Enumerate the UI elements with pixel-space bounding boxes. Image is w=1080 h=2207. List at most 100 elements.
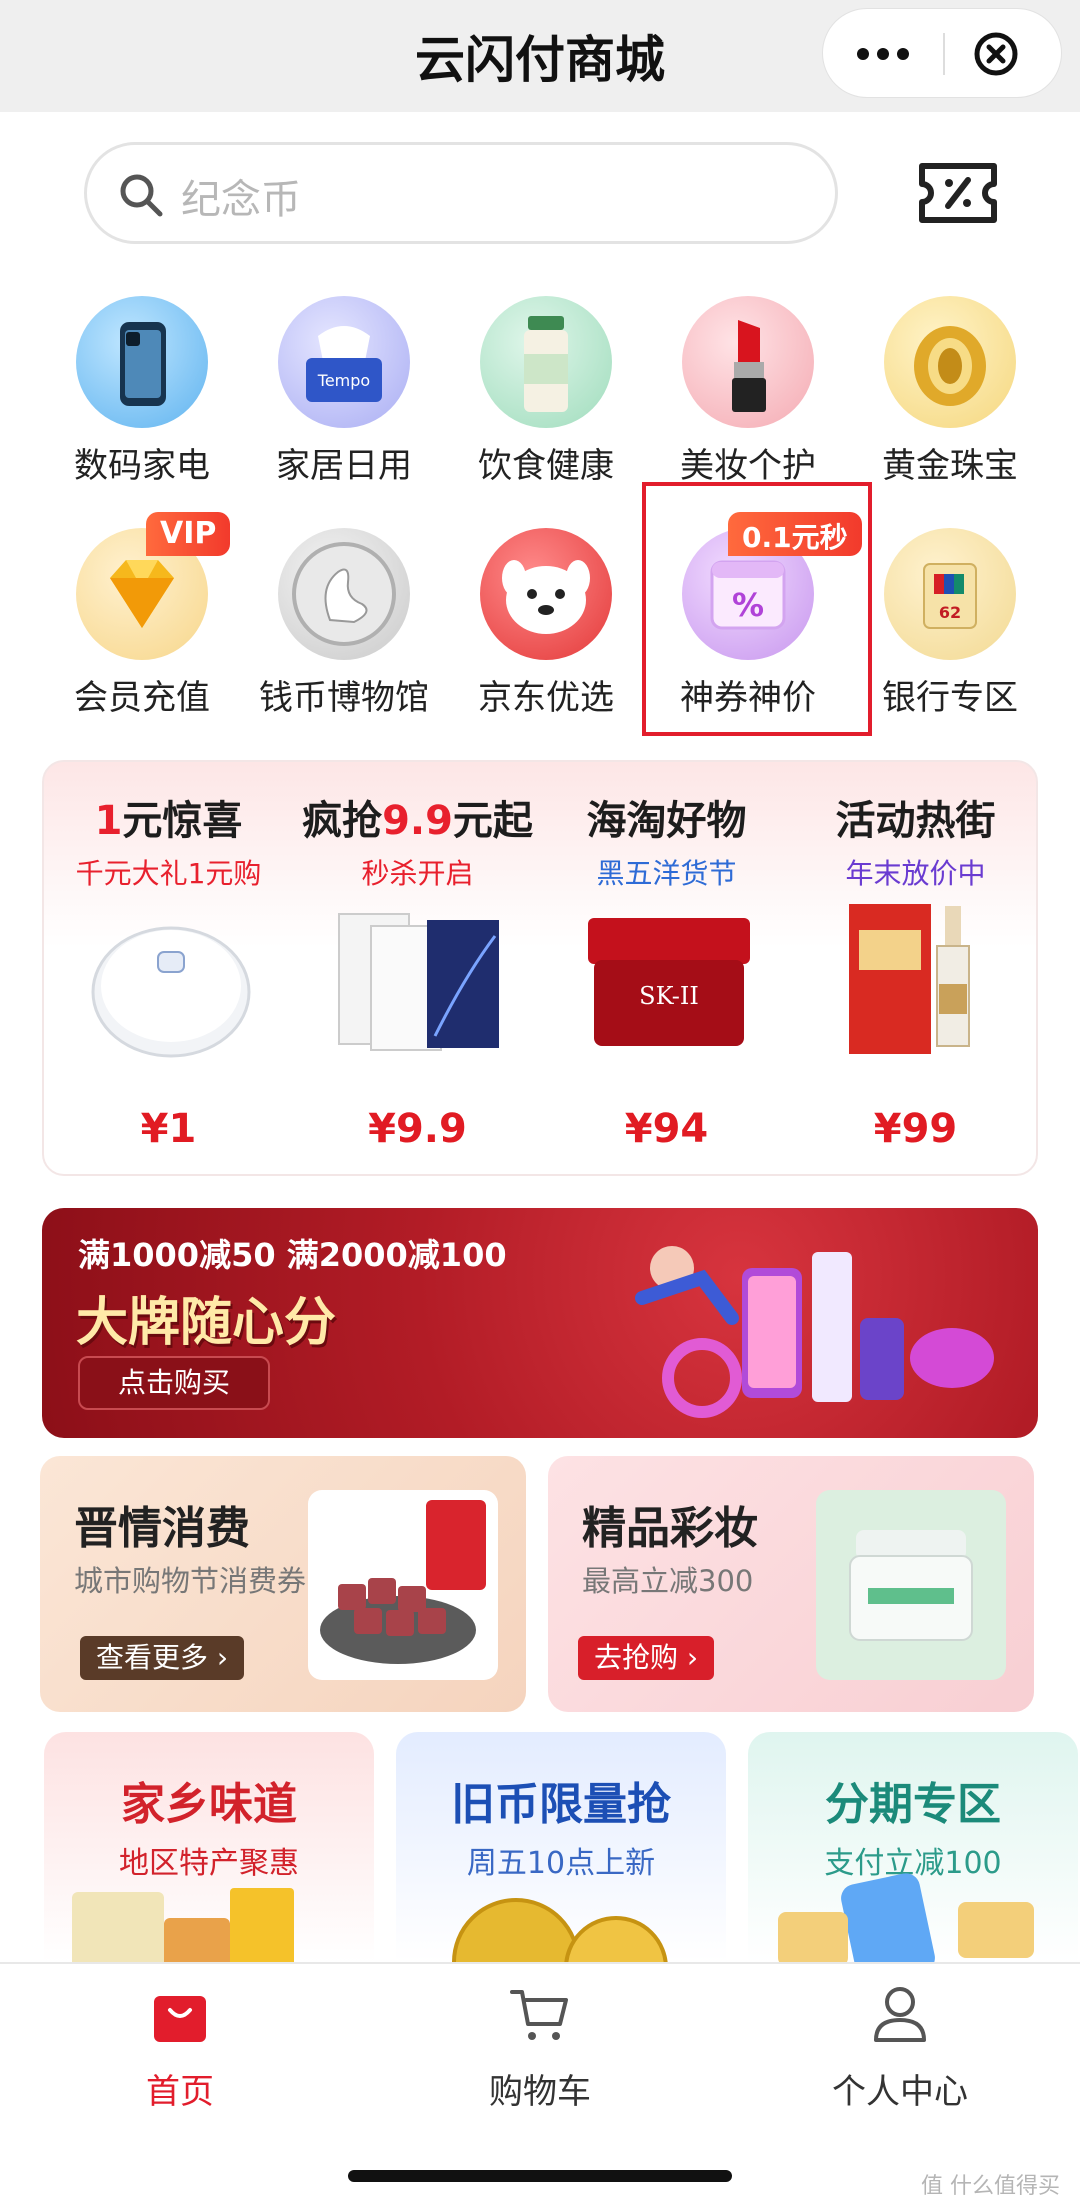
- bank-card-icon: 62: [884, 528, 1016, 660]
- banner-headline: 大牌随心分: [76, 1293, 337, 1353]
- category-label: 京东优选: [478, 678, 614, 718]
- face-mask-image: [338, 913, 499, 1051]
- promo-subtitle: 秒杀开启: [361, 857, 474, 890]
- svg-text:62: 62: [939, 603, 961, 622]
- view-more-button[interactable]: 查看更多 ›: [80, 1636, 245, 1680]
- promo-overseas[interactable]: 海淘好物 黑五洋货节 SK-II ¥94: [542, 762, 791, 1178]
- miniprogram-capsule: [822, 8, 1062, 98]
- tab-label: 首页: [146, 2072, 214, 2112]
- card-shanxi-consumption[interactable]: 晋情消费 城市购物节消费券 查看更多 ›: [40, 1456, 526, 1712]
- dot-icon: [877, 48, 889, 60]
- tile-old-coins[interactable]: 旧币限量抢 周五10点上新: [396, 1732, 726, 1962]
- search-input[interactable]: 纪念币: [181, 167, 301, 225]
- promo-subtitle: 千元大礼1元购: [75, 857, 262, 890]
- cart-icon: [510, 1990, 568, 2040]
- electronics-illustration: [635, 1246, 994, 1418]
- dot-icon: [857, 48, 869, 60]
- category-label: 会员充值: [74, 678, 210, 718]
- user-icon: [874, 1987, 926, 2042]
- phone-icon: [76, 296, 208, 428]
- category-label: 数码家电: [74, 446, 210, 486]
- more-button[interactable]: [823, 9, 943, 99]
- category-label: 银行专区: [882, 678, 1018, 718]
- close-icon[interactable]: [973, 31, 1019, 77]
- tile-title: 旧币限量抢: [451, 1779, 671, 1830]
- category-label: 饮食健康: [478, 446, 614, 486]
- tab-label: 个人中心: [832, 2072, 968, 2112]
- tile-title: 家乡味道: [121, 1779, 297, 1830]
- dot-icon: [897, 48, 909, 60]
- card-title: 精品彩妆: [582, 1503, 758, 1554]
- tab-cart[interactable]: 购物车: [440, 1982, 640, 2113]
- bottle-icon: [480, 296, 612, 428]
- skincare-jar-image: SK-II: [588, 918, 750, 1046]
- promo-one-yuan[interactable]: 1元惊喜 千元大礼1元购 ¥1: [44, 762, 293, 1178]
- category-coin-museum[interactable]: 钱币博物馆: [254, 528, 434, 719]
- grab-now-button[interactable]: 去抢购 ›: [578, 1636, 715, 1680]
- brand-installment-banner[interactable]: 满1000减50 满2000减100 大牌随心分 点击购买: [42, 1208, 1038, 1438]
- tab-home[interactable]: 首页: [80, 1982, 280, 2113]
- category-jd[interactable]: 京东优选: [456, 528, 636, 719]
- vip-badge: VIP: [146, 512, 231, 556]
- promo-title: 1元惊喜: [94, 798, 243, 844]
- card-description: 最高立减300: [582, 1564, 754, 1598]
- coupon-icon[interactable]: [916, 160, 1000, 226]
- highlight-frame: [642, 482, 872, 736]
- tile-title: 分期专区: [825, 1779, 1001, 1830]
- svg-text:Tempo: Tempo: [317, 371, 370, 390]
- promo-title: 疯抢9.9元起: [302, 798, 533, 844]
- category-label: 钱币博物馆: [259, 678, 429, 718]
- beef-jerky-image: [308, 1490, 498, 1680]
- svg-text:SK-II: SK-II: [639, 982, 699, 1010]
- robot-vacuum-image: [91, 926, 251, 1058]
- local-snacks-image: [72, 1888, 294, 1962]
- gold-coins-image: [452, 1898, 668, 1962]
- search-icon: [120, 174, 163, 217]
- cream-jar-image: [816, 1490, 1006, 1680]
- buy-now-button[interactable]: 点击购买: [78, 1356, 270, 1410]
- promo-price: ¥9.9: [368, 1106, 467, 1152]
- promo-title: 活动热街: [835, 798, 996, 844]
- tissue-icon: Tempo: [278, 296, 410, 428]
- lipstick-icon: [682, 296, 814, 428]
- promo-subtitle: 黑五洋货节: [596, 857, 737, 890]
- top-nav-bar: 云闪付商城: [0, 0, 1080, 112]
- category-beauty[interactable]: 美妆个护: [658, 296, 838, 487]
- capsule-divider: [943, 33, 945, 75]
- tile-hometown-flavor[interactable]: 家乡味道 地区特产聚惠: [44, 1732, 374, 1962]
- promo-price: ¥94: [624, 1106, 709, 1152]
- category-health[interactable]: 饮食健康: [456, 296, 636, 487]
- promo-9-9[interactable]: 疯抢9.9元起 秒杀开启 ¥9.9: [293, 762, 542, 1178]
- banner-discount-text: 满1000减50 满2000减100: [78, 1236, 507, 1274]
- installment-coupon-image: [778, 1873, 1034, 1962]
- jd-dog-icon: [480, 528, 612, 660]
- card-description: 城市购物节消费券: [74, 1564, 307, 1598]
- watermark: 值 什么值得买: [921, 2174, 1060, 2199]
- promo-price: ¥99: [873, 1106, 958, 1152]
- home-indicator[interactable]: [348, 2170, 732, 2182]
- search-bar[interactable]: 纪念币: [84, 142, 838, 244]
- category-home[interactable]: Tempo 家居日用: [254, 296, 434, 487]
- category-label: 美妆个护: [680, 446, 816, 486]
- promo-title: 海淘好物: [586, 798, 747, 844]
- mall-home-page: 云闪付商城 纪念币 数码家电 Tempo 家居日用 饮食健康 美妆个护 黄金珠宝…: [0, 0, 1080, 2207]
- promo-subtitle: 年末放价中: [845, 857, 986, 890]
- category-membership[interactable]: 会员充值: [52, 528, 232, 719]
- promo-activity[interactable]: 活动热街 年末放价中 ¥99: [791, 762, 1040, 1178]
- category-label: 家居日用: [276, 446, 412, 486]
- category-bank[interactable]: 62 银行专区: [860, 528, 1040, 719]
- tab-label: 购物车: [489, 2072, 591, 2112]
- swan-coin-icon: [278, 528, 410, 660]
- card-title: 晋情消费: [74, 1503, 250, 1554]
- card-cosmetics[interactable]: 精品彩妆 最高立减300 去抢购 ›: [548, 1456, 1034, 1712]
- liquor-gift-image: [849, 904, 970, 1054]
- tab-profile[interactable]: 个人中心: [800, 1982, 1000, 2113]
- promo-strip: 1元惊喜 千元大礼1元购 ¥1 疯抢9.9元起 秒杀开启 ¥9.9 海淘好物 黑…: [42, 760, 1038, 1176]
- shopping-bag-icon: [154, 1996, 206, 2042]
- category-label: 黄金珠宝: [882, 446, 1018, 486]
- category-digital[interactable]: 数码家电: [52, 296, 232, 487]
- promo-price: ¥1: [140, 1106, 197, 1152]
- category-jewelry[interactable]: 黄金珠宝: [860, 296, 1040, 487]
- tile-installment[interactable]: 分期专区 支付立减100: [748, 1732, 1078, 1962]
- gold-ring-icon: [884, 296, 1016, 428]
